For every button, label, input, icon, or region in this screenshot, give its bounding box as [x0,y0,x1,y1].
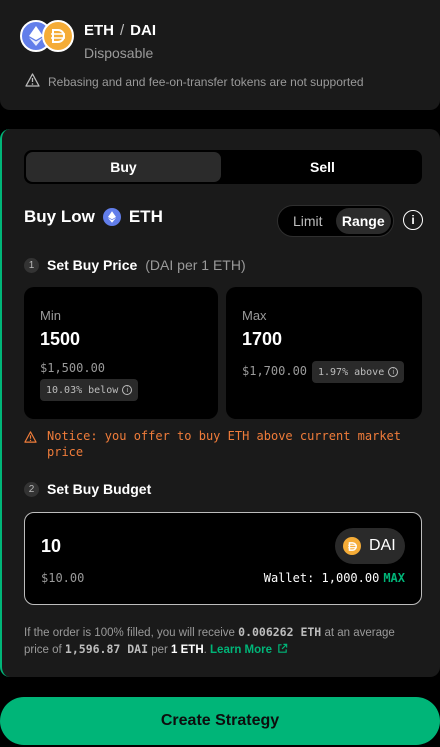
max-price-badge: 1.97% above i [312,361,405,383]
learn-more-link[interactable]: Learn More [210,643,288,656]
buy-sell-tabs: Buy Sell [24,150,422,184]
step-number: 1 [24,257,39,273]
warning-icon [25,73,40,90]
pair-separator: / [120,22,125,39]
budget-token-label: DAI [369,537,396,554]
max-price-fiat: $1,700.00 [242,364,308,378]
max-price-badge-text: 1.97% above [318,366,385,378]
market-price-notice: Notice: you offer to buy ETH above curre… [24,428,404,460]
max-button[interactable]: MAX [383,571,405,585]
step-label: Set Buy Budget [47,481,152,497]
alert-icon [24,430,37,460]
limit-range-toggle: Limit Range [277,205,394,237]
create-strategy-button[interactable]: Create Strategy [0,697,440,745]
unsupported-tokens-warning: Rebasing and and fee-on-transfer tokens … [25,73,364,90]
step-hint: (DAI per 1 ETH) [145,257,246,273]
fill-text-3: per [151,644,168,656]
tab-sell[interactable]: Sell [225,152,420,182]
min-price-fiat: $1,500.00 [40,361,106,375]
token-pair-icons [20,20,74,52]
min-price-input[interactable]: Min 1500 $1,500.00 10.03% below i [24,287,218,419]
wallet-balance: Wallet: 1,000.00 MAX [264,571,405,585]
order-form-card: Buy Sell Buy Low ETH Limit Range i 1 Set… [0,129,440,677]
dai-token-icon [42,20,74,52]
min-price-caption: Min [40,308,61,323]
min-price-badge: 10.03% below i [40,379,139,401]
order-title-prefix: Buy Low [24,207,95,226]
order-title: Buy Low ETH [24,207,163,227]
step-label: Set Buy Price [47,257,138,273]
eth-icon [102,208,121,226]
budget-amount[interactable]: 10 [41,536,61,557]
receive-amount: 0.006262 ETH [238,625,322,639]
step-number: 2 [24,481,39,497]
min-price-value[interactable]: 1500 [40,329,80,350]
info-icon[interactable]: i [388,367,399,377]
order-title-token: ETH [128,207,163,226]
wallet-balance-text: Wallet: 1,000.00 [263,571,380,585]
budget-input-box[interactable]: 10 DAI $10.00 Wallet: 1,000.00 MAX [24,512,422,605]
info-icon[interactable]: i [403,210,423,230]
pair-header-card: ETH / DAI Disposable Rebasing and and fee-… [0,0,440,110]
dai-icon [343,537,361,555]
fill-summary: If the order is 100% filled, you will re… [24,625,395,656]
step-set-buy-price: 1 Set Buy Price (DAI per 1 ETH) [24,257,246,273]
toggle-limit[interactable]: Limit [280,208,336,234]
max-price-value[interactable]: 1700 [242,329,282,350]
toggle-range[interactable]: Range [335,208,391,234]
quote-token-label: DAI [130,22,157,39]
per-unit: 1 ETH [171,644,204,656]
notice-text: Notice: you offer to buy ETH above curre… [47,429,402,459]
budget-fiat: $10.00 [41,571,85,585]
max-price-caption: Max [242,308,267,323]
external-link-icon [278,643,288,653]
info-icon[interactable]: i [122,385,133,395]
base-token-label: ETH [84,22,114,39]
budget-token-selector[interactable]: DAI [335,528,405,564]
tab-buy[interactable]: Buy [26,152,221,182]
strategy-type: Disposable [84,45,154,61]
fill-text-1: If the order is 100% filled, you will re… [24,627,235,639]
warning-text: Rebasing and and fee-on-transfer tokens … [48,74,364,89]
learn-more-label: Learn More [210,644,273,656]
step-set-buy-budget: 2 Set Buy Budget [24,481,151,497]
min-price-badge-text: 10.03% below [46,384,119,396]
max-price-input[interactable]: Max 1700 $1,700.00 1.97% above i [226,287,422,419]
average-price: 1,596.87 DAI [64,642,149,656]
pair-title: ETH / DAI [84,22,156,39]
